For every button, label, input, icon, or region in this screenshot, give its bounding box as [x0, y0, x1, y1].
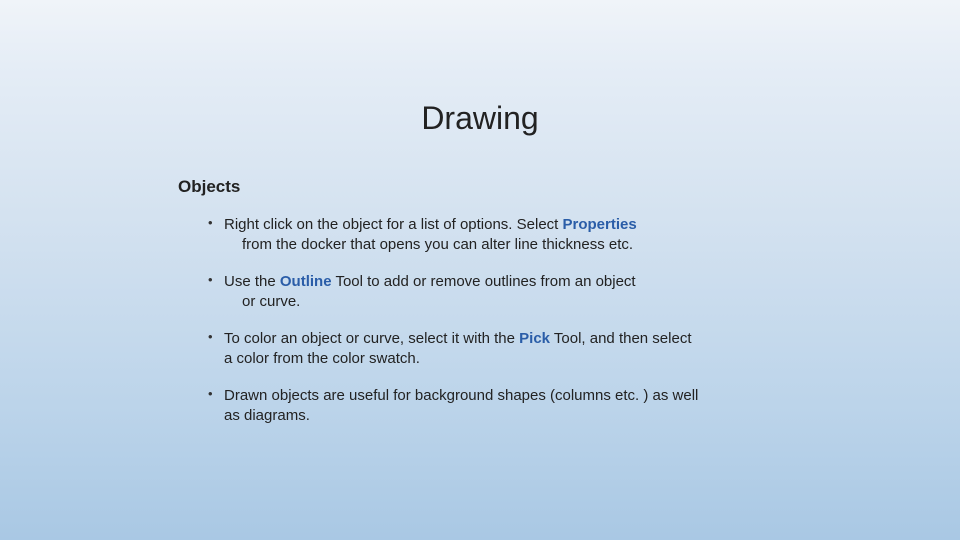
bullet-item-1: Right click on the object for a list of … — [208, 215, 820, 254]
bullet1-pre: Right click on the object for a list of … — [224, 216, 563, 233]
bullet-item-4: Drawn objects are useful for background … — [208, 386, 820, 425]
bullet3-highlight-pick: Pick — [519, 330, 550, 347]
bullet-item-2: Use the Outline Tool to add or remove ou… — [208, 272, 820, 311]
bullet-item-3: To color an object or curve, select it w… — [208, 329, 820, 368]
slide-title: Drawing — [0, 0, 960, 177]
bullet2-mid: Tool to add or remove outlines from an o… — [332, 273, 636, 290]
bullet2-pre: Use the — [224, 273, 280, 290]
bullet3-pre: To color an object or curve, select it w… — [224, 330, 519, 347]
bullet3-line2: a color from the color swatch. — [224, 350, 420, 367]
bullet3-mid: Tool, and then select — [550, 330, 692, 347]
slide-content: Objects Right click on the object for a … — [0, 177, 960, 425]
bullet2-line2: or curve. — [242, 292, 820, 312]
bullet4-line2: as diagrams. — [224, 407, 310, 424]
subheading-objects: Objects — [178, 177, 820, 197]
bullet1-highlight-properties: Properties — [563, 216, 637, 233]
bullet-list: Right click on the object for a list of … — [178, 215, 820, 425]
bullet1-line2: from the docker that opens you can alter… — [242, 235, 820, 255]
bullet2-highlight-outline: Outline — [280, 273, 332, 290]
slide: Drawing Objects Right click on the objec… — [0, 0, 960, 540]
bullet4-text: Drawn objects are useful for background … — [224, 387, 698, 404]
